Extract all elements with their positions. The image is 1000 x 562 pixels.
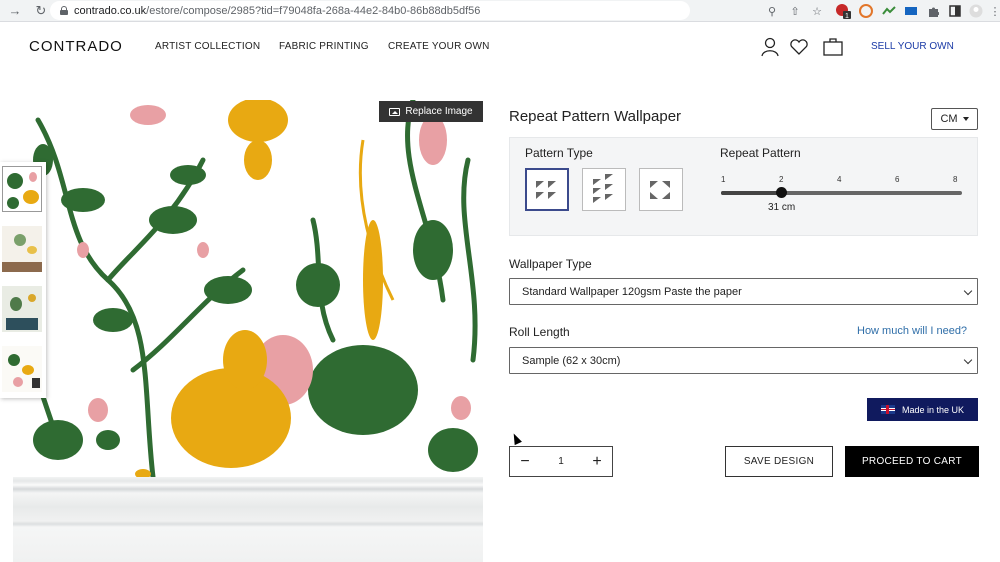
lock-icon bbox=[60, 6, 68, 15]
quantity-value[interactable]: 1 bbox=[540, 456, 582, 467]
roll-length-value: Sample (62 x 30cm) bbox=[522, 354, 621, 367]
image-icon bbox=[389, 107, 401, 116]
replace-image-button[interactable]: Replace Image bbox=[379, 101, 483, 122]
extension-circle-icon[interactable] bbox=[857, 2, 875, 20]
half-drop-icon bbox=[593, 174, 613, 203]
made-in-uk-badge: Made in the UK bbox=[867, 398, 978, 421]
wallpaper-type-select[interactable]: Standard Wallpaper 120gsm Paste the pape… bbox=[509, 278, 978, 305]
preview-thumbnails bbox=[0, 162, 46, 398]
how-much-help-link[interactable]: How much will I need? bbox=[857, 325, 967, 337]
extension-flag-icon[interactable] bbox=[902, 2, 920, 20]
nav-create-your-own[interactable]: CREATE YOUR OWN bbox=[388, 41, 490, 52]
repeat-slider-handle[interactable] bbox=[775, 187, 787, 198]
quantity-stepper: − 1 + bbox=[509, 446, 613, 477]
decrease-quantity-button[interactable]: − bbox=[510, 447, 540, 476]
pattern-type-half-drop-option[interactable] bbox=[582, 168, 626, 211]
zoom-icon[interactable]: ⚲ bbox=[763, 2, 781, 20]
uk-flag-icon bbox=[880, 405, 895, 414]
caret-down-icon bbox=[962, 117, 969, 121]
bookmark-star-icon[interactable]: ☆ bbox=[808, 2, 826, 20]
browser-menu-icon[interactable]: ⋮ bbox=[986, 2, 1000, 20]
repeat-tick-4: 4 bbox=[837, 175, 842, 184]
roll-length-label: Roll Length bbox=[509, 325, 570, 339]
profile-avatar-icon[interactable] bbox=[967, 2, 985, 20]
mouse-cursor bbox=[510, 431, 522, 446]
increase-quantity-button[interactable]: + bbox=[582, 447, 612, 476]
repeat-tick-1: 1 bbox=[721, 175, 726, 184]
url-path: /estore/compose/2985?tid=f79048fa-268a-4… bbox=[146, 4, 481, 17]
repeat-tick-6: 6 bbox=[895, 175, 900, 184]
wishlist-heart-icon[interactable] bbox=[789, 37, 811, 57]
thumbnail-room-3[interactable] bbox=[2, 346, 42, 392]
extensions-puzzle-icon[interactable] bbox=[924, 2, 942, 20]
save-design-button[interactable]: SAVE DESIGN bbox=[725, 446, 833, 477]
pattern-type-label: Pattern Type bbox=[525, 146, 593, 160]
reload-icon[interactable]: ↻ bbox=[32, 2, 50, 20]
repeat-pattern-label: Repeat Pattern bbox=[720, 146, 801, 160]
wallpaper-type-value: Standard Wallpaper 120gsm Paste the pape… bbox=[522, 285, 742, 298]
share-icon[interactable]: ⇧ bbox=[786, 2, 804, 20]
browser-toolbar: → ↻ contrado.co.uk/estore/compose/2985?t… bbox=[0, 0, 1000, 22]
wallpaper-type-label: Wallpaper Type bbox=[509, 257, 592, 271]
site-logo[interactable]: CONTRADO bbox=[29, 38, 123, 55]
extension-adblock-icon[interactable]: 1 bbox=[834, 2, 852, 20]
url-host: contrado.co.uk bbox=[74, 4, 147, 17]
forward-icon[interactable]: → bbox=[6, 2, 24, 20]
chevron-down-icon bbox=[963, 286, 973, 296]
product-title: Repeat Pattern Wallpaper bbox=[509, 108, 682, 125]
unit-value: CM bbox=[940, 113, 958, 125]
wallpaper-preview bbox=[13, 100, 483, 562]
chevron-down-icon bbox=[963, 355, 973, 365]
sidebar-toggle-icon[interactable] bbox=[946, 2, 964, 20]
pattern-type-mirror-option[interactable] bbox=[639, 168, 683, 211]
wall-panel-moulding bbox=[13, 477, 483, 562]
repeat-tick-2: 2 bbox=[779, 175, 784, 184]
roll-length-select[interactable]: Sample (62 x 30cm) bbox=[509, 347, 978, 374]
site-header: CONTRADO ARTIST COLLECTION FABRIC PRINTI… bbox=[0, 22, 1000, 72]
thumbnail-room-2[interactable] bbox=[2, 286, 42, 332]
repeat-tick-8: 8 bbox=[953, 175, 958, 184]
basic-repeat-icon bbox=[536, 181, 556, 199]
mirror-repeat-icon bbox=[650, 181, 670, 199]
nav-fabric-printing[interactable]: FABRIC PRINTING bbox=[279, 41, 369, 52]
nav-artist-collection[interactable]: ARTIST COLLECTION bbox=[155, 41, 260, 52]
repeat-pattern-slider[interactable] bbox=[721, 191, 962, 195]
pattern-type-basic-option[interactable] bbox=[525, 168, 569, 211]
replace-image-label: Replace Image bbox=[405, 106, 473, 117]
proceed-to-cart-button[interactable]: PROCEED TO CART bbox=[845, 446, 979, 477]
repeat-size-value: 31 cm bbox=[768, 202, 796, 213]
unit-dropdown[interactable]: CM bbox=[931, 108, 978, 130]
extension-badge-count: 1 bbox=[845, 13, 849, 19]
made-in-uk-label: Made in the UK bbox=[901, 404, 965, 415]
thumbnail-room-1[interactable] bbox=[2, 226, 42, 272]
account-icon[interactable] bbox=[760, 37, 782, 57]
address-bar[interactable]: contrado.co.uk/estore/compose/2985?tid=f… bbox=[50, 1, 690, 20]
sell-your-own-link[interactable]: SELL YOUR OWN bbox=[871, 41, 954, 52]
cart-bag-icon[interactable] bbox=[822, 37, 844, 57]
repeat-slider-fill bbox=[721, 191, 782, 195]
seaweed-pattern-image bbox=[13, 100, 483, 477]
extension-wave-icon[interactable] bbox=[880, 2, 898, 20]
thumbnail-pattern[interactable] bbox=[2, 166, 42, 212]
